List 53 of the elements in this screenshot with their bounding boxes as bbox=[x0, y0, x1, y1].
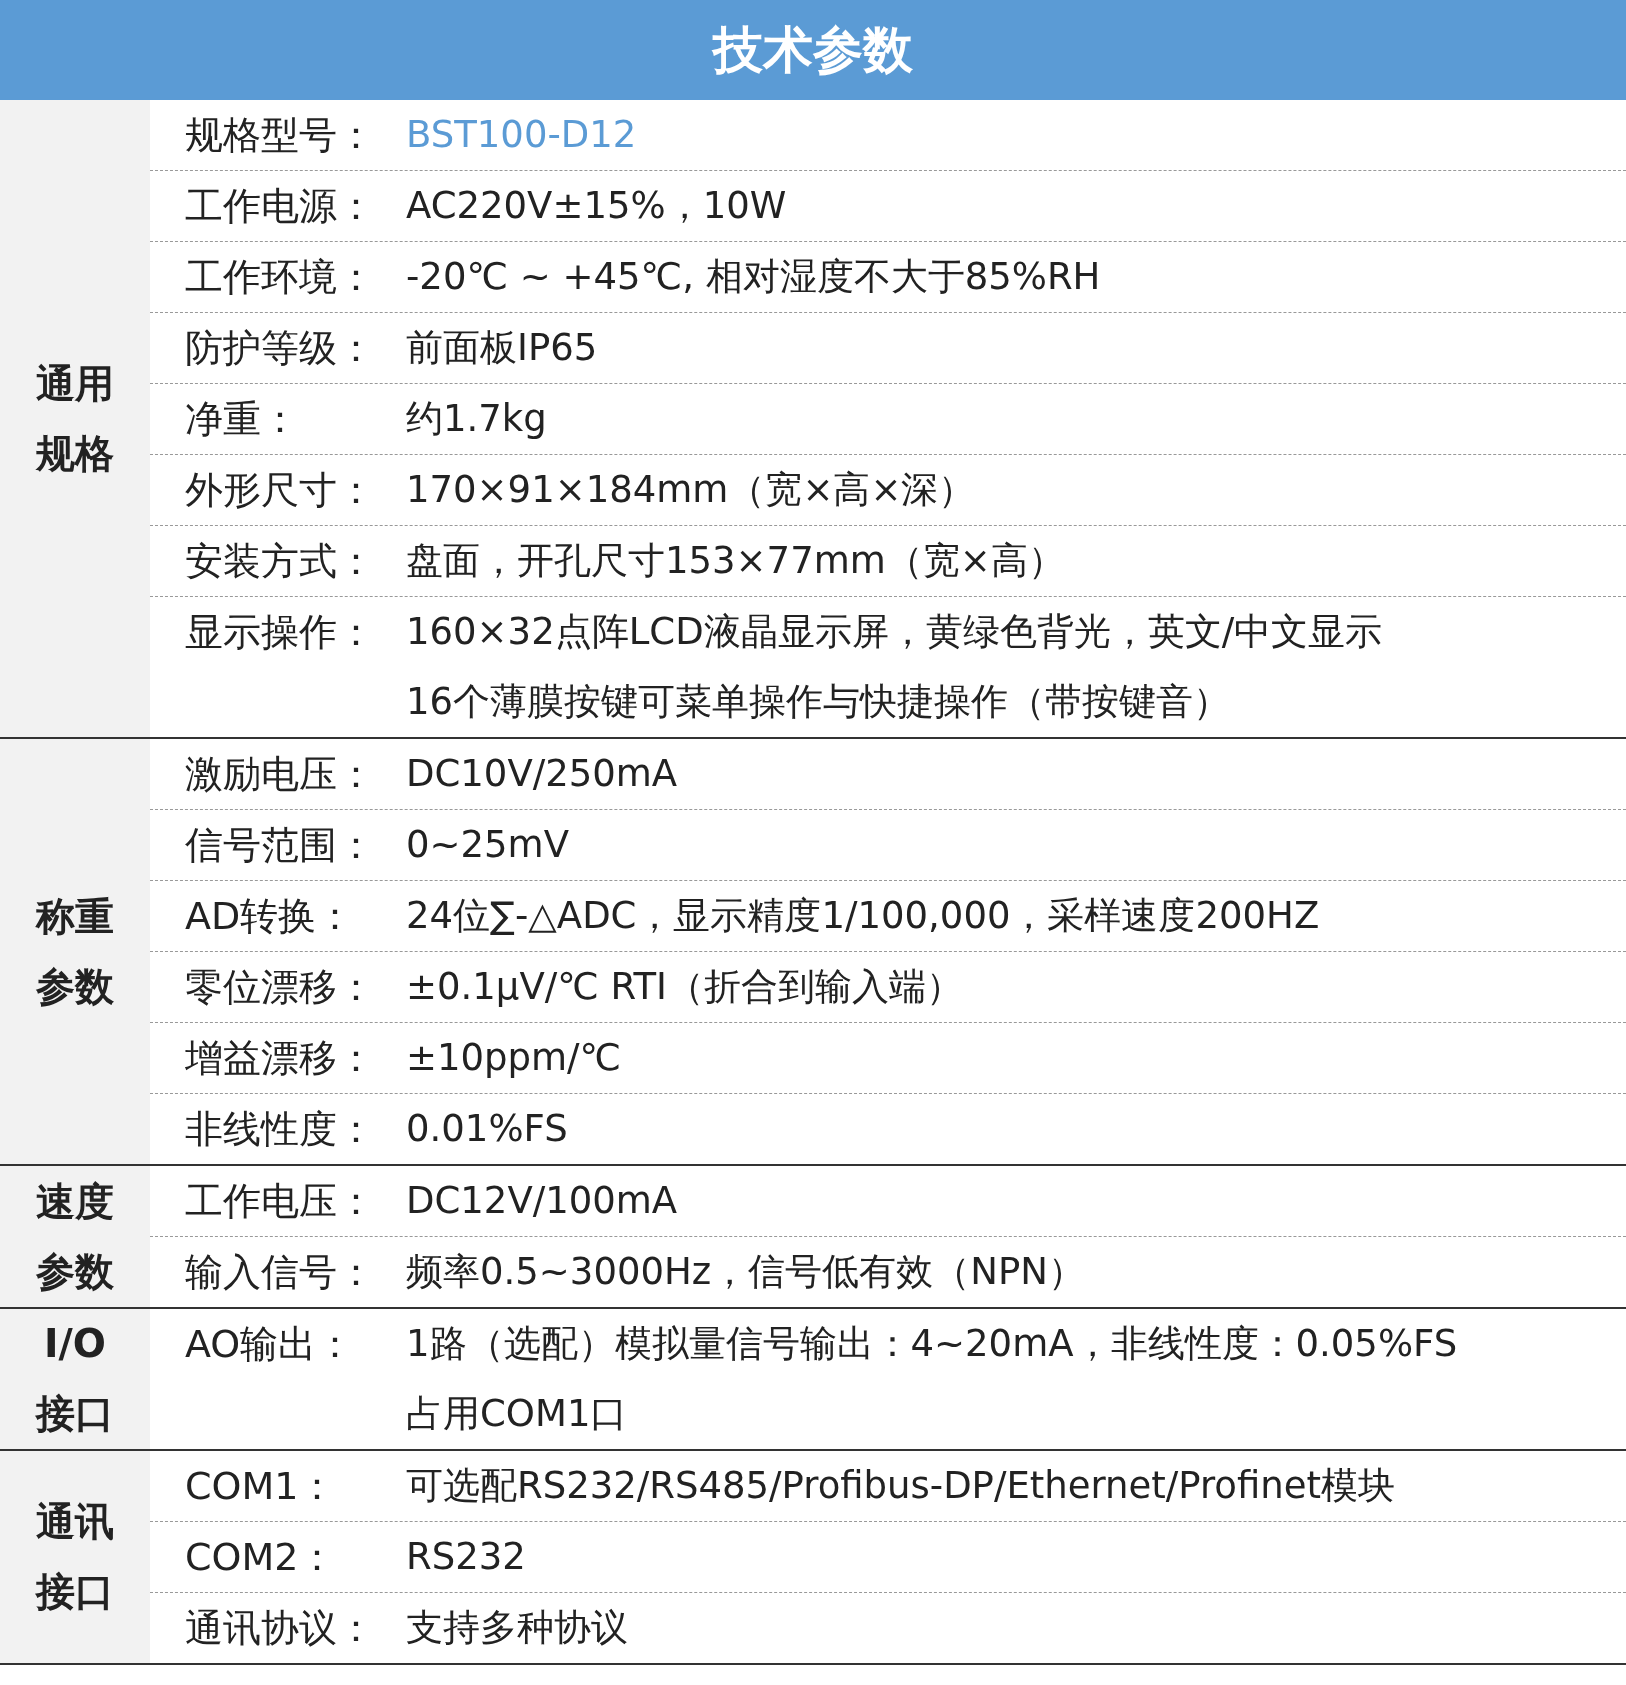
spec-value: 24位∑-△ADC，显示精度1/100,000，采样速度200HZ bbox=[406, 893, 1320, 939]
category-label: 通讯 bbox=[36, 1498, 114, 1546]
spec-value: -20℃ ~ +45℃, 相对湿度不大于85%RH bbox=[406, 254, 1101, 300]
spec-value: ±10ppm/℃ bbox=[406, 1035, 622, 1081]
spec-value: 0~25mV bbox=[406, 822, 569, 868]
spec-label: 非线性度： bbox=[185, 1107, 375, 1151]
spec-value: DC10V/250mA bbox=[406, 751, 678, 797]
spec-value: ±0.1μV/℃ RTI（折合到输入端） bbox=[406, 964, 963, 1010]
spec-label: 工作电源： bbox=[185, 184, 375, 228]
category-label: 规格 bbox=[36, 429, 114, 478]
spec-label: AO输出： bbox=[185, 1322, 355, 1366]
spec-label: 工作环境： bbox=[185, 255, 375, 299]
spec-label: 净重： bbox=[185, 397, 299, 441]
spec-value: 0.01%FS bbox=[406, 1106, 568, 1152]
spec-label: 防护等级： bbox=[185, 326, 375, 370]
spec-value: 160×32点阵LCD液晶显示屏，黄绿色背光，英文/中文显示 bbox=[406, 609, 1383, 655]
spec-label: AD转换： bbox=[185, 894, 355, 938]
spec-value: 170×91×184mm（宽×高×深） bbox=[406, 467, 976, 513]
spec-value: 约1.7kg bbox=[406, 396, 547, 442]
spec-value: 1路（选配）模拟量信号输出：4~20mA，非线性度：0.05%FS bbox=[406, 1321, 1458, 1367]
category-label: 参数 bbox=[36, 962, 114, 1011]
spec-label: 显示操作： bbox=[185, 610, 375, 654]
spec-label: 外形尺寸： bbox=[185, 468, 375, 512]
spec-label: COM1： bbox=[185, 1464, 337, 1508]
category-label: 接口 bbox=[36, 1390, 114, 1438]
spec-value: AC220V±15%，10W bbox=[406, 183, 787, 229]
category-label: 通用 bbox=[36, 359, 114, 408]
spec-label: COM2： bbox=[185, 1535, 337, 1579]
spec-label: 零位漂移： bbox=[185, 965, 375, 1009]
spec-value: 可选配RS232/RS485/Profibus-DP/Ethernet/Profinet模块 bbox=[406, 1463, 1395, 1509]
spec-label: 信号范围： bbox=[185, 823, 375, 867]
spec-value: 支持多种协议 bbox=[406, 1605, 628, 1651]
spec-label: 安装方式： bbox=[185, 539, 375, 583]
category-label: 速度 bbox=[36, 1177, 114, 1226]
category-label: 参数 bbox=[36, 1247, 114, 1296]
spec-label: 通讯协议： bbox=[185, 1606, 375, 1650]
spec-value: 盘面，开孔尺寸153×77mm（宽×高） bbox=[406, 538, 1065, 584]
spec-value: RS232 bbox=[406, 1534, 526, 1580]
spec-label: 激励电压： bbox=[185, 752, 375, 796]
spec-label: 输入信号： bbox=[185, 1250, 375, 1294]
category-label: 称重 bbox=[36, 892, 114, 941]
spec-value: 前面板IP65 bbox=[406, 325, 598, 371]
spec-label: 工作电压： bbox=[185, 1179, 375, 1223]
spec-value: 占用COM1口 bbox=[406, 1391, 628, 1437]
spec-value: 16个薄膜按键可菜单操作与快捷操作（带按键音） bbox=[406, 679, 1231, 725]
spec-label: 规格型号： bbox=[185, 113, 375, 157]
spec-value: DC12V/100mA bbox=[406, 1178, 678, 1224]
spec-value: 频率0.5~3000Hz，信号低有效（NPN） bbox=[406, 1249, 1085, 1295]
spec-label: 增益漂移： bbox=[185, 1036, 375, 1080]
category-label: 接口 bbox=[36, 1568, 114, 1616]
table-title: 技术参数 bbox=[713, 25, 913, 75]
category-label: I/O bbox=[44, 1320, 106, 1368]
spec-value: BST100-D12 bbox=[406, 112, 637, 158]
